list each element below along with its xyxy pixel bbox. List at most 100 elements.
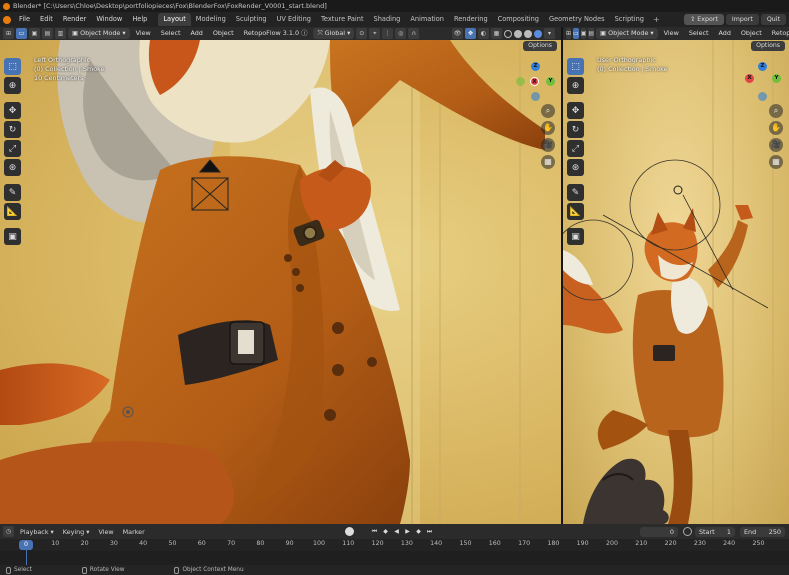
tool-rotate[interactable]: ↻ [4,121,21,138]
menu-object-right[interactable]: Object [737,28,766,39]
mode-dropdown-right[interactable]: ▣ Object Mode ▾ [596,28,658,39]
blender-menu-icon[interactable] [3,15,11,24]
menu-view[interactable]: View [132,28,155,39]
menu-edit[interactable]: Edit [35,12,58,27]
zoom-icon[interactable]: ⌕ [541,104,555,118]
tab-modeling[interactable]: Modeling [191,13,231,26]
navigation-gizmo-left[interactable]: Z X Y [516,62,556,102]
tool-move-right[interactable]: ✥ [567,102,584,119]
play-icon[interactable]: ▶ [403,527,412,536]
menu-view-right[interactable]: View [660,28,683,39]
tab-scripting[interactable]: Scripting [610,13,649,26]
gizmo-neg-y-icon[interactable] [516,77,525,86]
tab-shading[interactable]: Shading [369,13,406,26]
tab-compositing[interactable]: Compositing [493,13,544,26]
gizmo-y-icon-right[interactable]: Y [772,74,781,83]
retopoflow-menu[interactable]: RetopoFlow 3.1.0 ⓘ [240,28,312,39]
camera-view-icon[interactable]: 🎥 [541,138,555,152]
menu-help[interactable]: Help [127,12,152,27]
timeline-editor-icon[interactable]: ◷ [3,526,14,537]
material-shading-icon[interactable] [524,29,532,38]
timeline-menu-marker[interactable]: Marker [120,528,148,536]
pan-hand-icon[interactable]: ✋ [541,121,555,135]
jump-end-icon[interactable]: ⏭ [425,527,434,536]
menu-render[interactable]: Render [58,12,91,27]
tab-uv-editing[interactable]: UV Editing [272,13,316,26]
start-frame-field[interactable]: Start 1 [695,526,735,537]
timeline-track-area[interactable] [0,551,789,565]
gizmo-neg-z-icon-right[interactable] [758,92,767,101]
shading-options-icon[interactable]: ▾ [544,28,555,39]
tool-select-box[interactable]: ⬚ [4,58,21,75]
playhead-line[interactable] [26,550,27,565]
menu-select-right[interactable]: Select [685,28,713,39]
tool-transform[interactable]: ⊛ [4,159,21,176]
tool-measure[interactable]: 📐 [4,203,21,220]
export-button[interactable]: ⇪ Export [684,14,724,25]
menu-object[interactable]: Object [209,28,238,39]
tab-sculpting[interactable]: Sculpting [231,13,272,26]
proportional-edit-icon[interactable]: ◎ [395,28,407,39]
tool-add-cube[interactable]: ▣ [4,228,21,245]
visibility-icon[interactable]: 👁 [452,28,463,39]
tool-move[interactable]: ✥ [4,102,21,119]
tool-annotate[interactable]: ✎ [4,184,21,201]
tab-layout[interactable]: Layout [158,13,191,26]
record-icon[interactable] [345,527,354,536]
current-frame-field[interactable]: 0 [640,526,678,537]
timeline-menu-view[interactable]: View [95,528,116,536]
gizmo-y-icon[interactable]: Y [546,77,555,86]
import-button[interactable]: Import [725,14,759,25]
retopoflow-menu-right[interactable]: RetopoFlow 3.1 [768,28,789,39]
mode-dropdown[interactable]: ▣ Object Mode ▾ [68,28,130,39]
gizmo-x-icon-right[interactable]: X [745,74,754,83]
solid-shading-icon[interactable] [514,29,522,38]
select-subtract-icon[interactable]: ▤ [42,28,53,39]
menu-add[interactable]: Add [186,28,206,39]
prev-keyframe-icon[interactable]: ◆ [381,527,390,536]
timeline-menu-keying[interactable]: Keying ▾ [60,528,93,536]
grid-view-icon-right[interactable]: ▦ [769,155,783,169]
menu-select[interactable]: Select [157,28,185,39]
falloff-icon[interactable]: ∩ [408,28,420,39]
menu-add-right[interactable]: Add [715,28,735,39]
tool-cursor[interactable]: ⊕ [4,77,21,94]
preview-range-icon[interactable] [683,527,692,536]
gizmo-toggle-icon[interactable]: ✥ [465,28,476,39]
tool-scale-right[interactable]: ⤢ [567,140,584,157]
next-keyframe-icon[interactable]: ◆ [414,527,423,536]
quit-button[interactable]: Quit [760,14,786,25]
orientation-dropdown[interactable]: ⤧ Global ▾ [313,28,355,39]
menu-window[interactable]: Window [91,12,127,27]
right-3d-viewport[interactable]: Options User Orthographic (0) Collection… [563,40,789,524]
snap-target-icon[interactable]: ⋮ [382,28,394,39]
camera-view-icon-right[interactable]: 🎥 [769,138,783,152]
rendered-shading-icon[interactable] [534,29,542,38]
tool-scale[interactable]: ⤢ [4,140,21,157]
select-invert-icon[interactable]: ▥ [55,28,66,39]
options-button-left[interactable]: Options [523,41,557,51]
pan-hand-icon-right[interactable]: ✋ [769,121,783,135]
pivot-icon[interactable]: ⊙ [356,28,368,39]
menu-file[interactable]: File [14,12,35,27]
gizmo-neg-z-icon[interactable] [531,92,540,101]
timeline-menu-playback[interactable]: Playback ▾ [17,528,57,536]
tool-add-cube-right[interactable]: ▣ [567,228,584,245]
current-frame-indicator[interactable]: 0 [19,540,33,550]
gizmo-z-icon[interactable]: Z [531,62,540,71]
tool-select-box-right[interactable]: ⬚ [567,58,584,75]
grid-view-icon[interactable]: ▦ [541,155,555,169]
snap-icon[interactable]: ⌖ [369,28,381,39]
gizmo-x-icon[interactable]: X [530,77,539,86]
gizmo-z-icon-right[interactable]: Z [758,62,767,71]
play-reverse-icon[interactable]: ◀ [392,527,401,536]
jump-start-icon[interactable]: ⏮ [370,527,379,536]
select-box-icon[interactable]: ▭ [16,28,27,39]
wireframe-shading-icon[interactable] [504,29,512,38]
select-box-icon-right[interactable]: ▭ [573,28,579,39]
tool-cursor-right[interactable]: ⊕ [567,77,584,94]
add-workspace-button[interactable]: + [649,15,664,24]
editor-type-icon[interactable]: ⊞ [3,28,14,39]
navigation-gizmo-right[interactable]: Z X Y [743,62,783,102]
tab-animation[interactable]: Animation [405,13,449,26]
